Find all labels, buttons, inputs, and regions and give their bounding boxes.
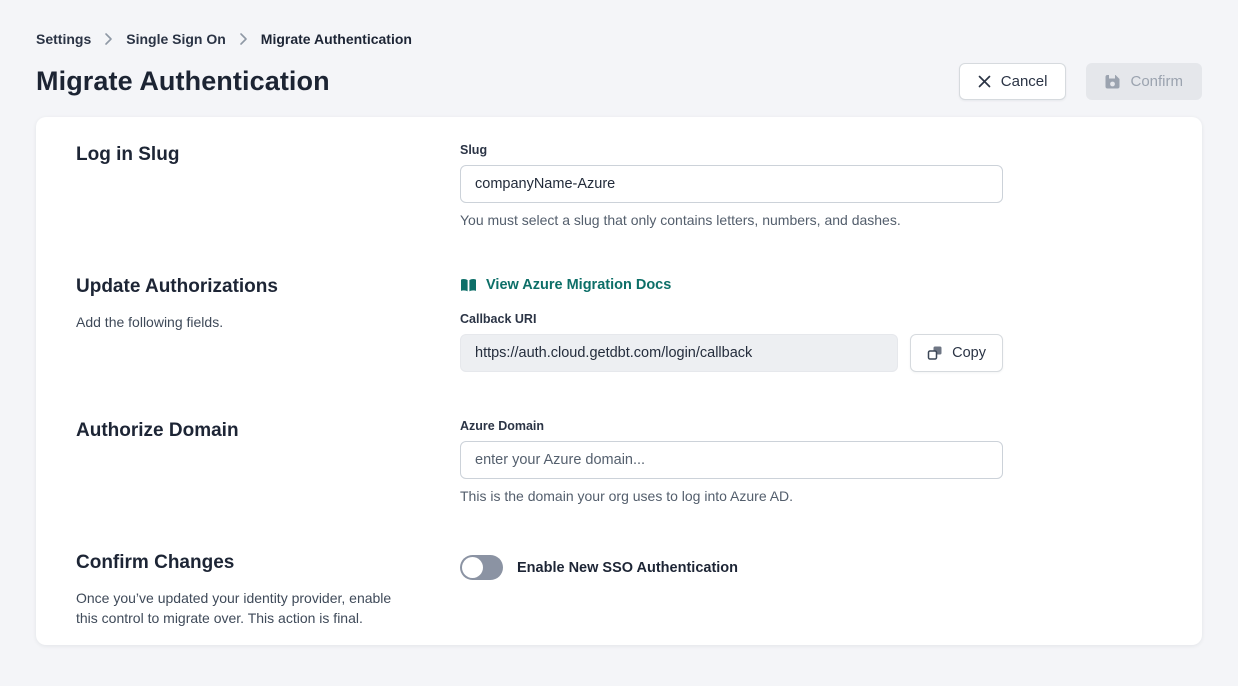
copy-icon [927,345,943,361]
section-authorize-domain: Authorize Domain Azure Domain This is th… [76,419,1162,504]
page-header: Migrate Authentication Cancel Confirm [36,63,1202,100]
copy-button[interactable]: Copy [910,334,1003,372]
azure-domain-input[interactable] [460,441,1003,479]
authorize-domain-heading: Authorize Domain [76,420,460,442]
breadcrumb-settings[interactable]: Settings [36,31,91,47]
slug-label: Slug [460,143,1003,157]
update-authorizations-heading: Update Authorizations [76,276,460,298]
page-title: Migrate Authentication [36,66,330,97]
open-book-icon [460,278,477,293]
enable-sso-toggle[interactable] [460,555,503,580]
confirm-changes-description: Once you’ve updated your identity provid… [76,588,416,629]
copy-button-label: Copy [952,345,986,361]
breadcrumb-single-sign-on[interactable]: Single Sign On [126,31,226,47]
breadcrumb-migrate-authentication: Migrate Authentication [261,31,412,47]
update-authorizations-description: Add the following fields. [76,312,416,332]
toggle-knob [462,557,483,578]
slug-input[interactable] [460,165,1003,203]
enable-sso-toggle-label: Enable New SSO Authentication [517,560,738,576]
cancel-button-label: Cancel [1001,73,1048,90]
docs-link-label: View Azure Migration Docs [486,277,671,293]
section-update-authorizations: Update Authorizations Add the following … [76,275,1162,372]
chevron-right-icon [104,32,113,46]
slug-helper-text: You must select a slug that only contain… [460,212,1003,228]
section-confirm-changes: Confirm Changes Once you’ve updated your… [76,551,1162,629]
breadcrumb: Settings Single Sign On Migrate Authenti… [36,0,1202,47]
azure-domain-label: Azure Domain [460,419,1003,433]
cancel-button[interactable]: Cancel [959,63,1067,100]
callback-uri-label: Callback URI [460,312,1003,326]
confirm-button-label: Confirm [1130,73,1183,90]
migrate-authentication-page: Settings Single Sign On Migrate Authenti… [0,0,1238,645]
view-azure-migration-docs-link[interactable]: View Azure Migration Docs [460,277,671,293]
section-login-slug: Log in Slug Slug You must select a slug … [76,143,1162,228]
save-icon [1105,74,1120,89]
callback-uri-value: https://auth.cloud.getdbt.com/login/call… [460,334,898,372]
chevron-right-icon [239,32,248,46]
settings-card: Log in Slug Slug You must select a slug … [36,117,1202,645]
confirm-button[interactable]: Confirm [1086,63,1202,100]
confirm-changes-heading: Confirm Changes [76,552,460,574]
azure-domain-helper-text: This is the domain your org uses to log … [460,488,1003,504]
login-slug-heading: Log in Slug [76,144,460,166]
close-icon [978,75,991,88]
header-actions: Cancel Confirm [959,63,1202,100]
